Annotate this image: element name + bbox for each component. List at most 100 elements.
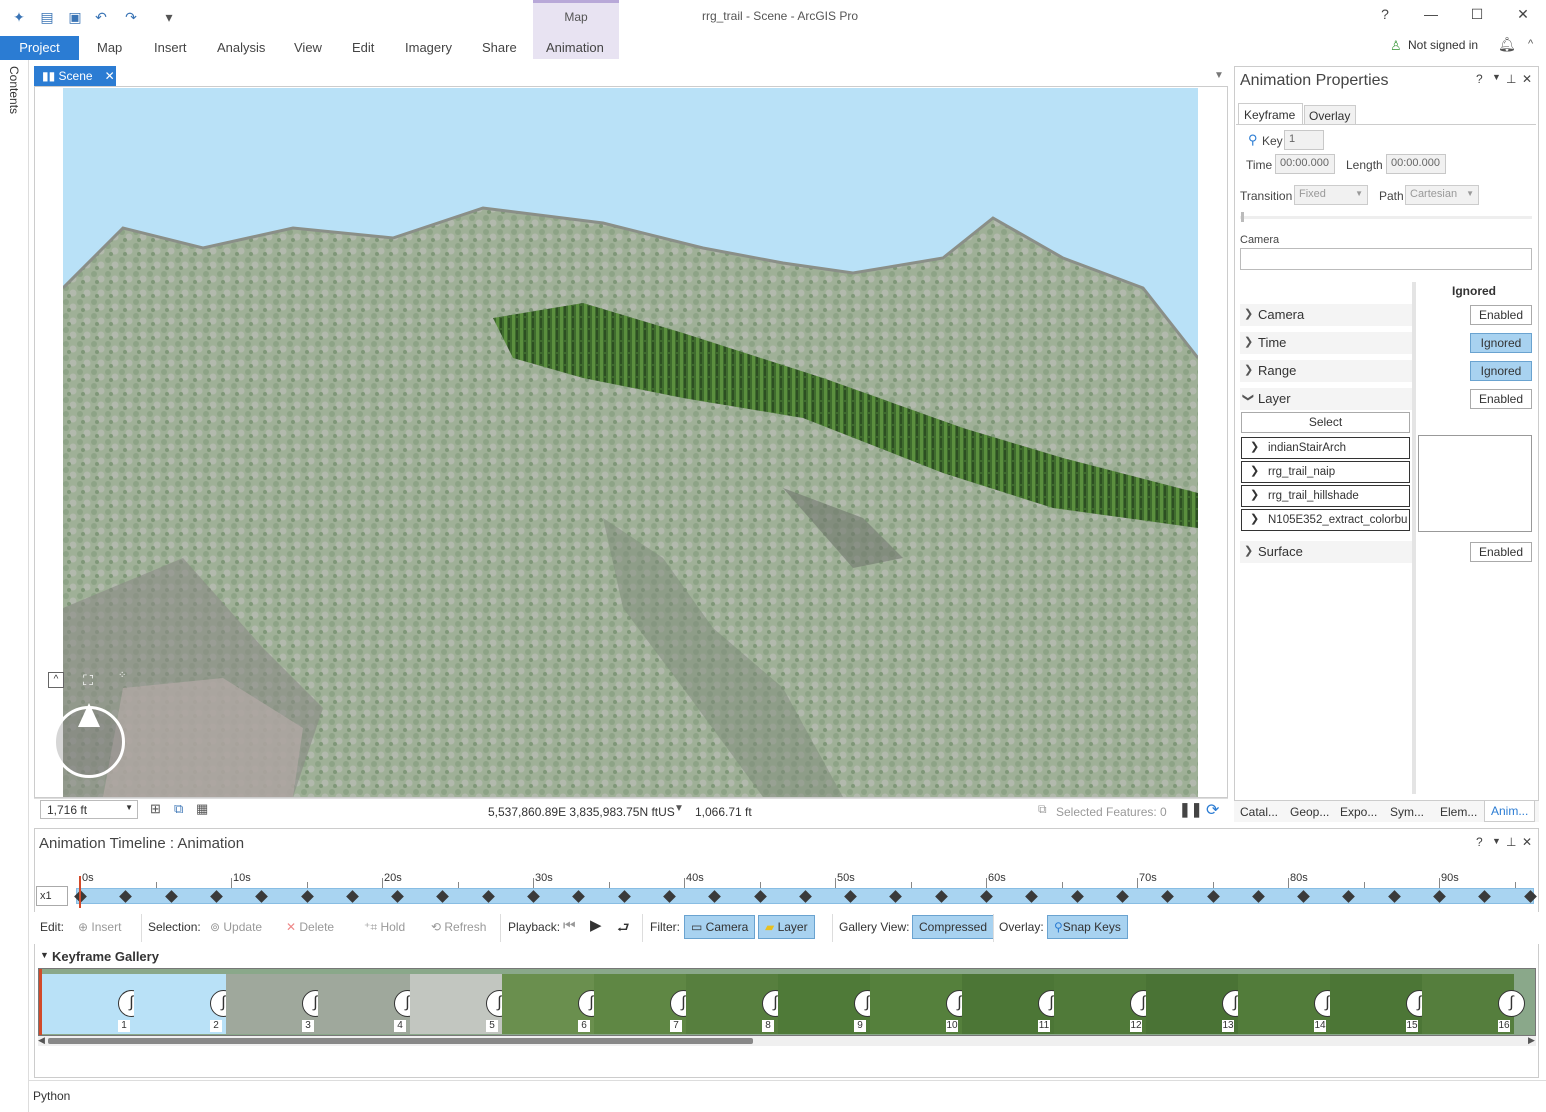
redo-icon[interactable]: ↷	[122, 8, 140, 26]
customize-toolbar-icon[interactable]: ▾	[160, 8, 178, 26]
timeline-pin-icon[interactable]: ⊥	[1506, 835, 1516, 849]
transition-slider[interactable]	[1240, 216, 1532, 219]
select-layers-button[interactable]: Select	[1241, 412, 1410, 433]
pane-pin-icon[interactable]: ⊥	[1506, 72, 1516, 86]
path-dropdown[interactable]: Cartesian ▼	[1405, 185, 1479, 205]
tab-elements[interactable]: Elem...	[1440, 805, 1477, 819]
tab-keyframe[interactable]: Keyframe	[1238, 103, 1303, 125]
help-button[interactable]: ?	[1370, 6, 1400, 26]
hold-button[interactable]: ⁺⌗ Hold	[364, 920, 405, 935]
tab-insert[interactable]: Insert	[154, 40, 187, 55]
close-button[interactable]: ✕	[1508, 6, 1538, 26]
tab-overlay[interactable]: Overlay	[1304, 105, 1356, 125]
sign-in-status[interactable]: Not signed in	[1408, 38, 1478, 52]
filter-camera-toggle[interactable]: ▭ Camera	[684, 915, 756, 939]
delete-button[interactable]: ✕ Delete	[286, 920, 334, 934]
tab-analysis[interactable]: Analysis	[217, 40, 265, 55]
tab-imagery[interactable]: Imagery	[405, 40, 452, 55]
pane-menu-icon[interactable]: ▼	[1492, 72, 1501, 82]
tab-geoprocessing[interactable]: Geop...	[1290, 805, 1329, 819]
playback-speed-spinner[interactable]: x1	[36, 886, 68, 906]
range-state-toggle[interactable]: Ignored	[1470, 361, 1532, 381]
tab-map[interactable]: Map	[97, 40, 122, 55]
layer-state-toggle[interactable]: Enabled	[1470, 389, 1532, 409]
pane-help-icon[interactable]: ?	[1476, 72, 1483, 86]
python-pane-tab[interactable]: Python	[33, 1089, 70, 1103]
tab-share[interactable]: Share	[482, 40, 517, 55]
pause-drawing-icon[interactable]: ❚❚	[1179, 801, 1202, 818]
layer-row[interactable]: ❯ rrg_trail_hillshade	[1241, 485, 1410, 507]
grid-icon[interactable]: ▦	[196, 801, 208, 817]
layer-row[interactable]: ❯ N105E352_extract_colorbu	[1241, 509, 1410, 531]
tab-edit[interactable]: Edit	[352, 40, 374, 55]
navigator-collapse-icon[interactable]: ^	[48, 672, 64, 688]
navigator-options-icon[interactable]: ⁘	[118, 670, 126, 681]
notification-bell-icon[interactable]: 🔔︎	[1498, 36, 1516, 53]
pane-close-icon[interactable]: ✕	[1522, 72, 1532, 86]
timeline-tick-label: 60s	[988, 872, 1006, 884]
ribbon-collapse-icon[interactable]: ^	[1528, 38, 1533, 50]
group-range[interactable]: ❯ Range	[1240, 360, 1412, 382]
group-camera[interactable]: ❯ Camera	[1240, 304, 1412, 326]
group-time[interactable]: ❯ Time	[1240, 332, 1412, 354]
time-input[interactable]: 00:00.000	[1275, 154, 1335, 174]
surface-state-toggle[interactable]: Enabled	[1470, 542, 1532, 562]
contents-pane-tab[interactable]: Contents	[7, 66, 21, 114]
transition-node-icon[interactable]: ∫	[1498, 990, 1525, 1017]
selected-features-count[interactable]: Selected Features: 0	[1056, 805, 1167, 819]
refresh-button[interactable]: ⟲ Refresh	[431, 920, 486, 934]
tab-view[interactable]: View	[294, 40, 322, 55]
play-icon[interactable]: ▶︎	[590, 916, 602, 934]
timeline-menu-icon[interactable]: ▼	[1492, 836, 1501, 846]
gallery-scroll-thumb[interactable]	[48, 1038, 753, 1044]
coordinate-format-icon[interactable]: ▼	[674, 803, 684, 814]
key-input[interactable]: 1	[1284, 130, 1324, 150]
length-input[interactable]: 00:00.000	[1386, 154, 1446, 174]
chevron-down-icon[interactable]: ▼	[40, 950, 49, 960]
zoom-to-layer-icon[interactable]: ⊞	[150, 801, 161, 817]
new-project-icon[interactable]: ✦	[10, 8, 28, 26]
maximize-button[interactable]: ☐	[1462, 6, 1492, 26]
navigator-compass-icon[interactable]	[53, 703, 125, 778]
scene-viewport[interactable]	[63, 88, 1198, 797]
selection-extent-icon[interactable]: ⧉	[174, 801, 183, 817]
gallery-compressed-toggle[interactable]: Compressed	[912, 915, 995, 939]
tab-project[interactable]: Project	[0, 36, 79, 60]
camera-field[interactable]	[1240, 248, 1532, 270]
full-extent-icon[interactable]: ⛶	[80, 672, 96, 688]
tab-export[interactable]: Expo...	[1340, 805, 1377, 819]
scene-view-tab[interactable]: ▮▮ Scene ✕	[34, 66, 116, 86]
camera-state-toggle[interactable]: Enabled	[1470, 305, 1532, 325]
refresh-icon[interactable]: ⟳	[1206, 800, 1219, 820]
tab-catalog[interactable]: Catal...	[1240, 805, 1278, 819]
scene-dropdown-icon[interactable]: ▼	[1214, 70, 1224, 81]
timeline-tick	[684, 878, 685, 888]
update-button[interactable]: ⊚ Update	[210, 920, 262, 934]
open-project-icon[interactable]: ▤	[38, 8, 56, 26]
tab-symbology[interactable]: Sym...	[1390, 805, 1424, 819]
undo-icon[interactable]: ↶	[92, 8, 110, 26]
loop-icon[interactable]: ⮐	[617, 917, 630, 941]
layer-row[interactable]: ❯ indianStairArch	[1241, 437, 1410, 459]
time-state-toggle[interactable]: Ignored	[1470, 333, 1532, 353]
minimize-button[interactable]: —	[1416, 6, 1446, 26]
transition-dropdown[interactable]: Fixed ▼	[1294, 185, 1368, 205]
scroll-left-icon[interactable]: ◀	[38, 1035, 45, 1046]
close-scene-icon[interactable]: ✕	[105, 69, 115, 83]
timeline-close-icon[interactable]: ✕	[1522, 835, 1532, 849]
scroll-right-icon[interactable]: ▶	[1528, 1035, 1535, 1046]
skip-to-start-icon[interactable]: ⏮︎	[563, 917, 576, 934]
snap-keys-toggle[interactable]: ⚲Snap Keys	[1047, 915, 1128, 939]
save-project-icon[interactable]: ▣	[66, 8, 84, 26]
filter-layer-toggle[interactable]: ▰ Layer	[758, 915, 815, 939]
slider-handle[interactable]	[1241, 212, 1244, 222]
current-time-marker[interactable]	[79, 876, 81, 908]
group-layer[interactable]: ❯ Layer	[1240, 388, 1412, 410]
timeline-help-icon[interactable]: ?	[1476, 835, 1483, 849]
insert-button[interactable]: ⊕ Insert	[78, 920, 121, 934]
layer-row[interactable]: ❯ rrg_trail_naip	[1241, 461, 1410, 483]
group-surface[interactable]: ❯ Surface	[1240, 541, 1412, 563]
scale-dropdown[interactable]: 1,716 ft ▼	[40, 800, 138, 819]
tab-animation[interactable]: Animation	[546, 40, 604, 55]
tab-animation-properties[interactable]: Anim...	[1484, 801, 1536, 822]
